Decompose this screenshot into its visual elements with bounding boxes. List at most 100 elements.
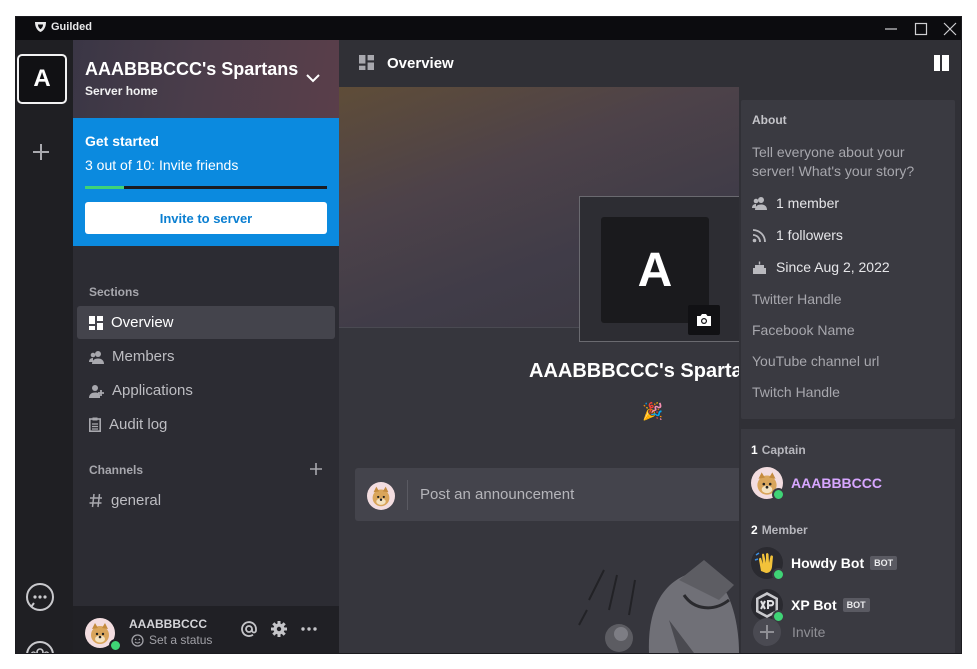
twitter-handle-link[interactable]: Twitter Handle (752, 291, 841, 307)
community-button[interactable] (25, 640, 55, 653)
role-group-captain: 1 Captain (751, 443, 806, 457)
toggle-member-panel-icon[interactable] (934, 55, 949, 71)
plus-icon (33, 144, 49, 160)
sections-label: Sections (89, 285, 140, 299)
member-row-aaabbbccc[interactable]: AAABBBCCC (751, 467, 951, 501)
bot-badge: BOT (870, 556, 898, 570)
maximize-icon (914, 22, 928, 35)
server-name-heading: AAABBBCCC's Spartans (529, 360, 739, 382)
chat-bubble-icon (26, 583, 54, 611)
channel-label: general (111, 492, 162, 509)
main-content: Overview A AAABBBCCC's Spartans 🎉 Post a… (339, 40, 961, 653)
audit-log-icon (89, 417, 101, 432)
server-header[interactable]: AAABBBCCC's Spartans Server home (73, 40, 339, 118)
overview-icon (89, 315, 103, 330)
member-name: XP Bot BOT (791, 597, 870, 613)
channel-sidebar: AAABBBCCC's Spartans Server home Get sta… (73, 40, 339, 653)
online-status-dot (772, 568, 785, 581)
member-name-text: AAABBBCCC (791, 475, 882, 491)
direct-messages-button[interactable] (25, 582, 55, 612)
add-channel-plus-icon[interactable] (309, 462, 323, 476)
member-count-row: 1 member (752, 195, 839, 211)
doge-avatar-icon (372, 486, 390, 507)
about-description[interactable]: Tell everyone about your server! What's … (752, 143, 948, 181)
username: AAABBBCCC (129, 617, 207, 631)
chevron-down-icon[interactable] (305, 70, 321, 86)
status-text: Set a status (149, 633, 213, 647)
get-started-title: Get started (85, 133, 159, 149)
gear-icon[interactable] (270, 620, 288, 638)
since-date-row: Since Aug 2, 2022 (752, 259, 890, 275)
channel-item-general[interactable]: general (77, 484, 335, 517)
more-options-icon[interactable] (300, 620, 318, 638)
minimize-button[interactable] (877, 17, 905, 40)
followers-row: 1 followers (752, 227, 843, 243)
announcement-composer[interactable]: Post an announcement (355, 468, 739, 521)
role-group-member: 2 Member (751, 523, 808, 537)
invite-to-server-button[interactable]: Invite to server (85, 202, 327, 234)
camera-icon (697, 314, 711, 326)
nav-item-members[interactable]: Members (77, 340, 335, 373)
smiley-icon (131, 633, 144, 647)
cake-icon (753, 261, 766, 274)
server-subtitle: Server home (85, 84, 158, 98)
nav-item-label: Applications (112, 382, 193, 399)
members-icon (752, 197, 767, 210)
server-avatar-card: A (579, 196, 739, 342)
plus-circle-icon (753, 618, 781, 646)
guilded-logo-icon (35, 22, 46, 32)
nav-item-label: Overview (111, 314, 174, 331)
get-started-progress-text: 3 out of 10: Invite friends (85, 157, 239, 173)
overview-icon (359, 55, 374, 70)
youtube-channel-link[interactable]: YouTube channel url (752, 353, 879, 369)
since-date: Since Aug 2, 2022 (776, 259, 890, 275)
role-name: Captain (761, 443, 806, 457)
set-status-button[interactable]: Set a status (131, 633, 212, 647)
members-icon (89, 350, 104, 364)
page-title: Overview (387, 55, 454, 72)
twitch-handle-link[interactable]: Twitch Handle (752, 384, 840, 400)
progress-bar-fill (85, 186, 124, 189)
community-icon (26, 641, 54, 653)
role-count: 2 (751, 523, 758, 537)
add-server-button[interactable] (28, 139, 54, 165)
facebook-name-link[interactable]: Facebook Name (752, 322, 855, 338)
member-name-text: Howdy Bot (791, 555, 865, 571)
nav-item-overview[interactable]: Overview (77, 306, 335, 339)
followers-count: 1 followers (776, 227, 843, 243)
app-title-text: Guilded (51, 21, 92, 33)
party-emoji: 🎉 (642, 402, 664, 421)
app-window: Guilded A AAABBBCCC's Spartans Server ho… (16, 17, 961, 653)
channels-label: Channels (89, 463, 144, 477)
hash-icon (89, 493, 102, 508)
server-rail: A (16, 40, 73, 653)
user-bar: AAABBBCCC Set a status (73, 606, 339, 653)
title-bar: Guilded (16, 17, 961, 40)
nav-item-audit-log[interactable]: Audit log (77, 408, 335, 441)
rss-icon (752, 228, 766, 242)
change-avatar-button[interactable] (688, 305, 720, 335)
mention-icon[interactable] (240, 620, 258, 638)
member-name: AAABBBCCC (791, 475, 882, 491)
member-row-howdy-bot[interactable]: Howdy Bot BOT (751, 547, 951, 581)
about-section: About Tell everyone about your server! W… (741, 100, 955, 419)
close-icon (943, 22, 957, 35)
member-name: Howdy Bot BOT (791, 555, 898, 571)
nav-item-label: Members (112, 348, 175, 365)
maximize-button[interactable] (907, 17, 935, 40)
server-name: AAABBBCCC's Spartans (85, 59, 299, 79)
nav-item-applications[interactable]: Applications (77, 374, 335, 407)
close-button[interactable] (936, 17, 961, 40)
member-count: 1 member (776, 195, 840, 211)
user-avatar (367, 482, 395, 510)
member-name-text: XP Bot (791, 597, 837, 613)
server-info-panel: About Tell everyone about your server! W… (739, 87, 961, 653)
nav-item-label: Audit log (109, 416, 168, 433)
role-count: 1 (751, 443, 758, 457)
bot-badge: BOT (842, 598, 870, 612)
announcement-placeholder: Post an announcement (420, 486, 575, 503)
progress-bar (85, 186, 327, 189)
role-name: Member (761, 523, 808, 537)
server-icon[interactable]: A (17, 54, 67, 104)
invite-member-button[interactable]: Invite (752, 617, 825, 647)
